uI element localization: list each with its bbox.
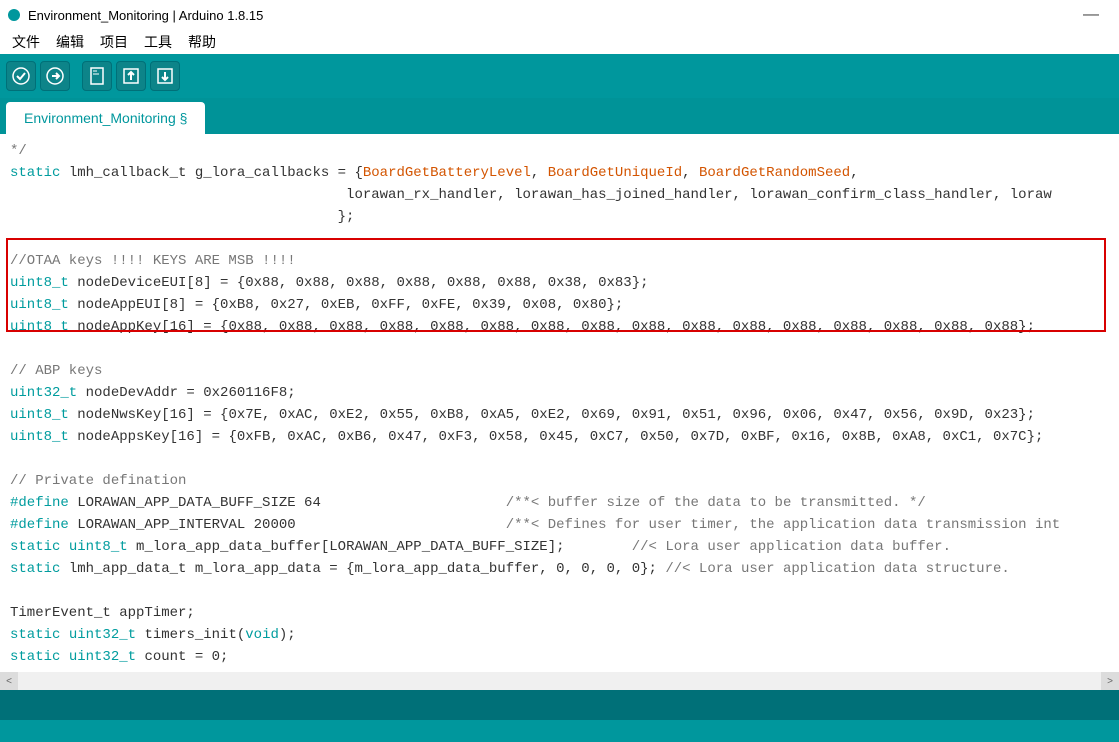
arrow-down-icon [156,67,174,85]
code-content: */ static lmh_callback_t g_lora_callback… [0,134,1119,690]
status-strip [0,690,1119,720]
file-icon [89,67,105,85]
status-bar [0,690,1119,742]
save-sketch-button[interactable] [150,61,180,91]
menu-edit[interactable]: 编辑 [48,30,92,54]
arduino-logo-icon [8,9,20,21]
menu-file[interactable]: 文件 [4,30,48,54]
code-editor[interactable]: */ static lmh_callback_t g_lora_callback… [0,134,1119,690]
toolbar [0,54,1119,98]
upload-button[interactable] [40,61,70,91]
menu-bar: 文件 编辑 项目 工具 帮助 [0,30,1119,54]
arrow-up-icon [122,67,140,85]
scroll-right-icon[interactable]: > [1101,672,1119,690]
open-sketch-button[interactable] [116,61,146,91]
tab-environment-monitoring[interactable]: Environment_Monitoring § [6,102,205,134]
scroll-left-icon[interactable]: < [0,672,18,690]
check-icon [12,67,30,85]
tab-strip: Environment_Monitoring § [0,98,1119,134]
title-bar: Environment_Monitoring | Arduino 1.8.15 … [0,0,1119,30]
arrow-right-icon [46,67,64,85]
menu-help[interactable]: 帮助 [180,30,224,54]
new-sketch-button[interactable] [82,61,112,91]
menu-sketch[interactable]: 项目 [92,30,136,54]
window-title: Environment_Monitoring | Arduino 1.8.15 [28,8,263,23]
minimize-button[interactable]: — [1071,3,1111,27]
verify-button[interactable] [6,61,36,91]
menu-tools[interactable]: 工具 [136,30,180,54]
scroll-track[interactable] [18,672,1101,690]
horizontal-scrollbar[interactable]: < > [0,672,1119,690]
